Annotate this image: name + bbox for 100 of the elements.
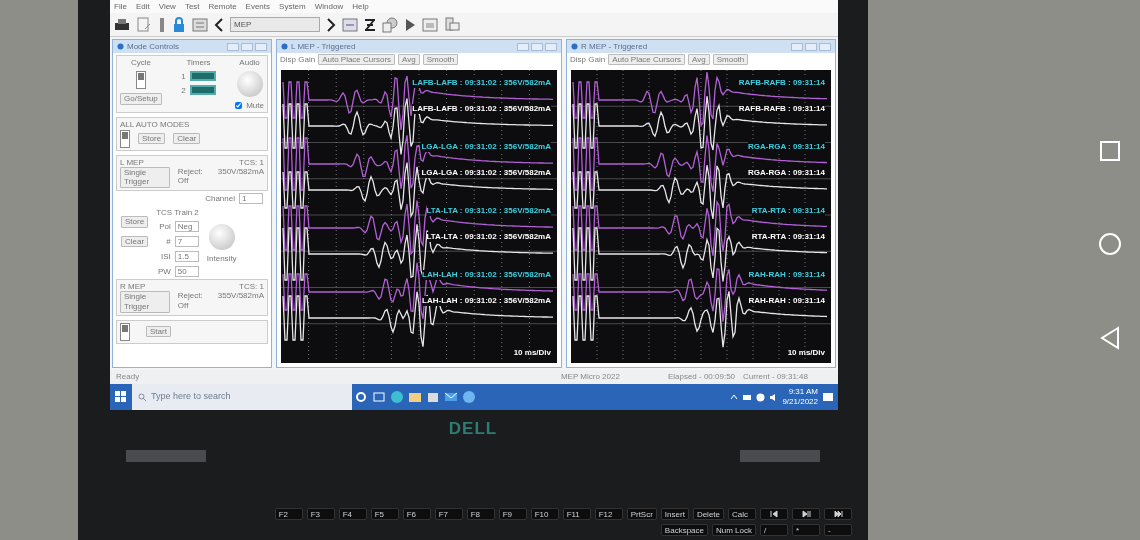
trace-label: RAFB-RAFB : 09:31:14: [738, 104, 825, 114]
param-field[interactable]: 1.5: [174, 251, 199, 263]
audio-label: Audio: [239, 58, 260, 68]
search-field[interactable]: Type here to search: [132, 384, 352, 410]
menu-item[interactable]: Remote: [208, 1, 237, 12]
param-field[interactable]: 7: [174, 236, 199, 248]
param-field[interactable]: Neg: [174, 221, 199, 233]
keyboard-key[interactable]: F11: [562, 508, 591, 520]
search-icon: [138, 393, 146, 401]
menu-item[interactable]: Window: [314, 1, 344, 12]
trace-label: LAH-LAH : 09:31:02 : 356V/582mA: [422, 270, 551, 280]
keyboard-key[interactable]: PrtScr: [626, 508, 657, 520]
media-key[interactable]: [760, 508, 788, 520]
keyboard-key[interactable]: F7: [434, 508, 463, 520]
keyboard-key[interactable]: Delete: [692, 508, 724, 520]
keyboard-key[interactable]: F5: [370, 508, 399, 520]
menu-item[interactable]: Test: [184, 1, 200, 12]
stimulus-reading: 355V/582mA: [217, 291, 264, 301]
keyboard-key[interactable]: Calc: [728, 508, 756, 520]
chevron-up-icon[interactable]: [730, 393, 739, 401]
keyboard-key[interactable]: F8: [466, 508, 495, 520]
single-trigger-button[interactable]: Single Trigger: [120, 291, 170, 313]
circle-icon[interactable]: [1098, 232, 1122, 256]
timer-display: [189, 71, 216, 82]
keyboard-key[interactable]: F10: [530, 508, 559, 520]
plot-control-button[interactable]: Smooth: [712, 53, 749, 66]
keyboard-key[interactable]: -: [824, 524, 852, 536]
keyboard-key[interactable]: /: [760, 524, 788, 536]
trace-label: RAFB-RAFB : 09:31:14: [738, 78, 825, 88]
keyboard-key[interactable]: F9: [498, 508, 527, 520]
devices-icon[interactable]: [444, 16, 460, 33]
keyboard-key[interactable]: F3: [306, 508, 335, 520]
trace-label: RAH-RAH : 09:31:14: [748, 296, 825, 306]
square-icon[interactable]: [1099, 140, 1121, 162]
next-icon[interactable]: [326, 16, 336, 33]
keyboard-key[interactable]: Num Lock: [712, 524, 756, 536]
play-icon[interactable]: [404, 16, 416, 33]
group-title: ALL AUTO MODES: [120, 120, 191, 130]
channel-dropdown[interactable]: 1: [239, 192, 263, 204]
keyboard-key[interactable]: F12: [594, 508, 623, 520]
menu-item[interactable]: System: [279, 1, 306, 12]
media-key[interactable]: [824, 508, 852, 520]
plot-control-button[interactable]: Smooth: [422, 53, 459, 66]
previous-icon[interactable]: [214, 16, 224, 33]
keyboard-key[interactable]: F4: [338, 508, 367, 520]
tcs-label: TCS: 1: [239, 157, 264, 167]
group-button[interactable]: Store: [138, 132, 166, 145]
trace-label: RAH-RAH : 09:31:14: [748, 270, 825, 280]
app-name: MEP Micro 2022: [560, 371, 620, 383]
plot-control-button[interactable]: Auto Place Cursors: [608, 53, 686, 66]
trace-label: RGA-RGA : 09:31:14: [747, 142, 825, 152]
mute-checkbox[interactable]: [235, 102, 243, 110]
menu-item[interactable]: Events: [245, 1, 271, 12]
document-edit-icon[interactable]: [136, 16, 152, 33]
plot-control-button[interactable]: Avg: [398, 53, 420, 66]
scale-label: 10 ms/Div: [787, 347, 825, 359]
reject-label: Reject: Off: [177, 166, 204, 186]
mode-dropdown[interactable]: MEP: [230, 17, 320, 32]
side-button[interactable]: Store: [121, 215, 149, 228]
side-button[interactable]: Clear: [121, 235, 149, 248]
group-button[interactable]: Clear: [173, 132, 201, 145]
menu-item[interactable]: File: [114, 1, 127, 12]
clock-time: 9:31 AM: [787, 387, 818, 397]
notification-icon[interactable]: [822, 391, 834, 403]
printer-icon[interactable]: [114, 16, 130, 33]
keyboard-key[interactable]: F2: [274, 508, 303, 520]
plot-control-button[interactable]: Avg: [688, 53, 710, 66]
network-icon[interactable]: [756, 392, 766, 402]
toggle-switch[interactable]: [120, 129, 130, 148]
menu-item[interactable]: Edit: [135, 1, 150, 12]
keyboard-key[interactable]: Backspace: [660, 524, 708, 536]
zigzag-icon[interactable]: [364, 16, 376, 33]
media-key[interactable]: [792, 508, 820, 520]
timer-display: [189, 85, 216, 96]
battery-icon[interactable]: [742, 393, 753, 401]
panel-icon[interactable]: [192, 16, 208, 33]
trace-label: RGA-RGA : 09:31:14: [747, 168, 825, 178]
lock-icon[interactable]: [172, 16, 186, 33]
param-field[interactable]: 50: [174, 266, 199, 278]
waveform-window-icon[interactable]: [342, 16, 358, 33]
keyboard-key[interactable]: Insert: [660, 508, 689, 520]
group-title: L MEP: [120, 157, 144, 167]
toggle-switch[interactable]: [135, 71, 146, 90]
clock-date: 9/21/2022: [782, 397, 818, 407]
start-button[interactable]: Start: [146, 325, 171, 338]
window-icon[interactable]: [422, 16, 438, 33]
back-icon[interactable]: [1099, 326, 1121, 350]
single-trigger-button[interactable]: Single Trigger: [120, 166, 170, 188]
current-time: Current - 09:31:48: [743, 371, 808, 383]
param-label: #: [166, 237, 171, 247]
keyboard-key[interactable]: *: [792, 524, 820, 536]
setup-button[interactable]: Go/Setup: [120, 93, 162, 105]
plot-control-button[interactable]: Auto Place Cursors: [318, 53, 396, 66]
param-label: ISI: [161, 252, 171, 262]
status-text: Ready: [116, 371, 140, 383]
toggle-switch[interactable]: [120, 322, 130, 341]
keyboard-key[interactable]: F6: [402, 508, 431, 520]
menu-item[interactable]: Help: [352, 1, 369, 12]
column-icon[interactable]: [158, 16, 166, 33]
menu-item[interactable]: View: [158, 1, 176, 12]
